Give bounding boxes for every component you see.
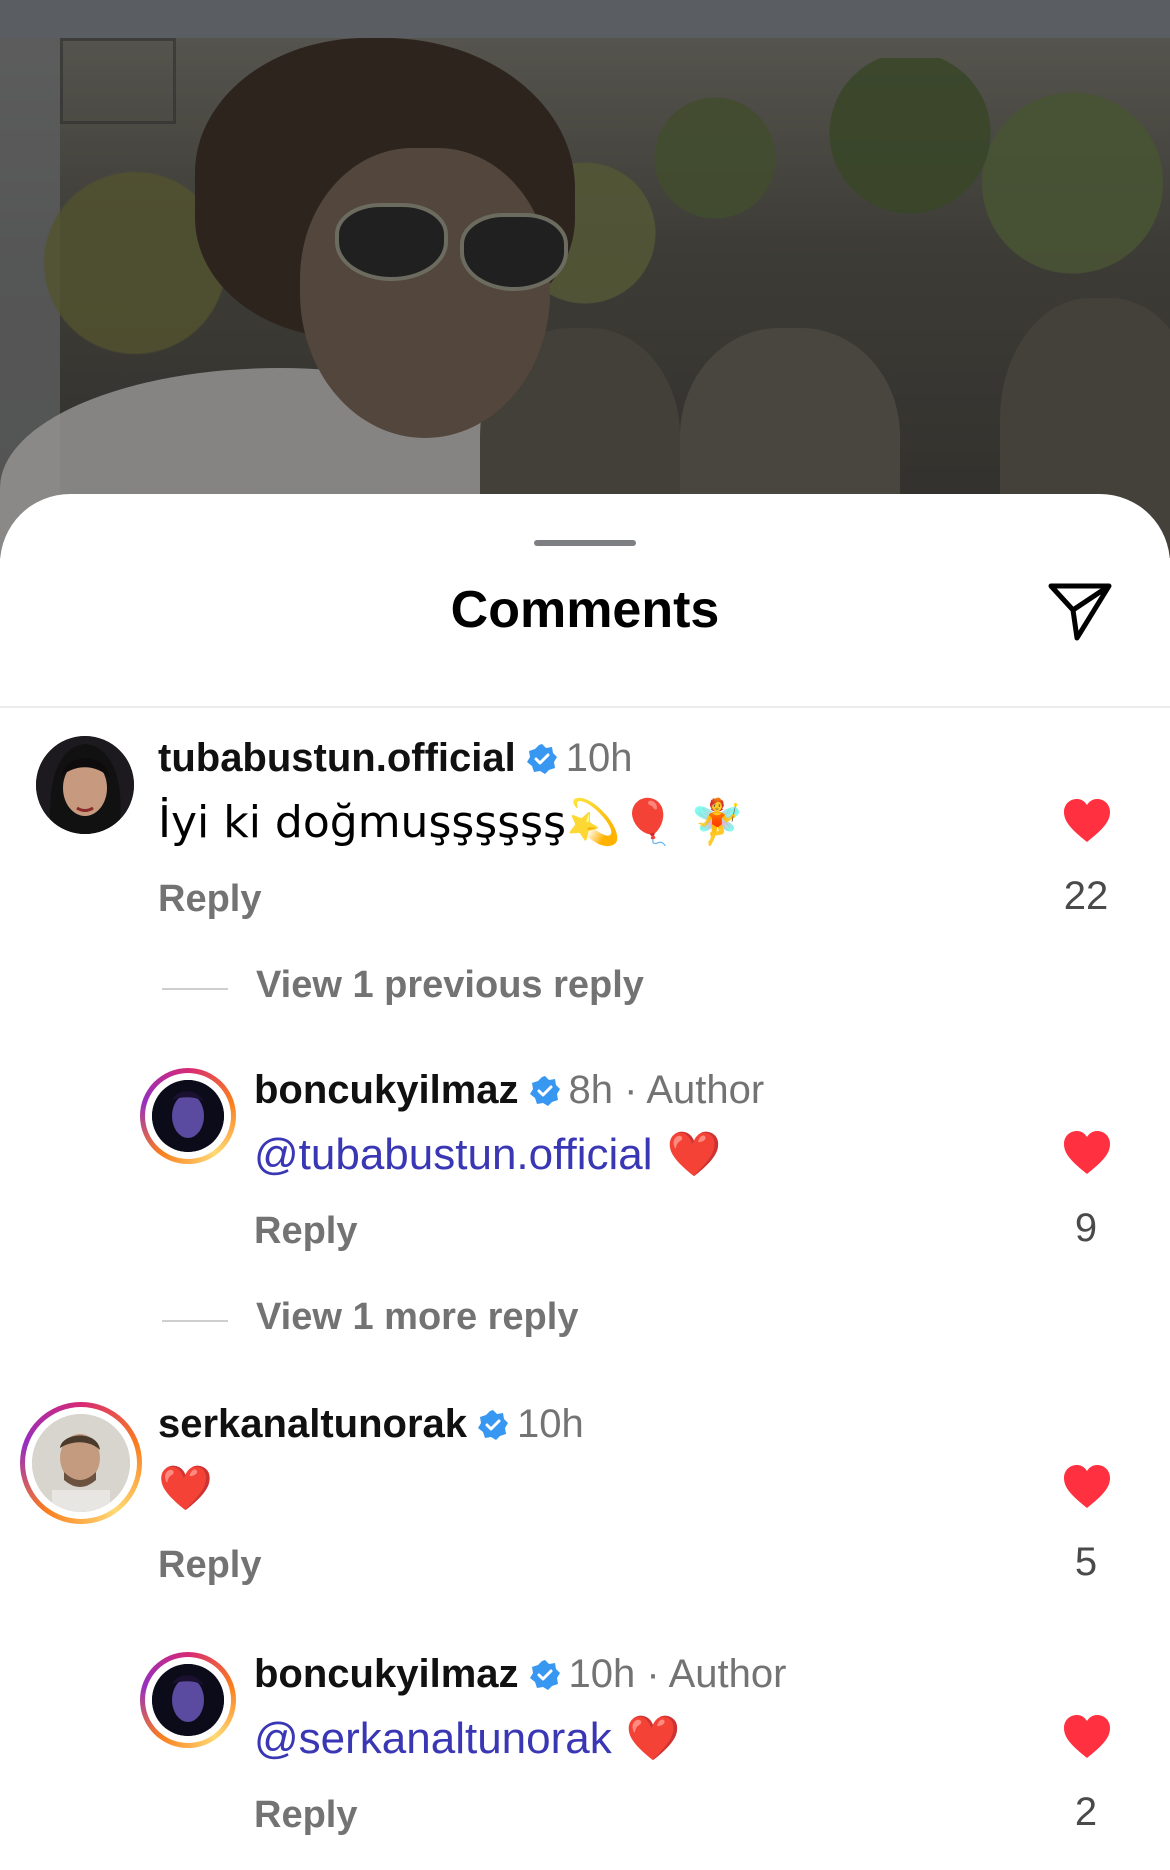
avatar[interactable]: [20, 1402, 142, 1524]
username[interactable]: boncukyilmaz: [254, 1068, 519, 1112]
heart-icon[interactable]: [1062, 1130, 1112, 1176]
reply-button[interactable]: Reply: [158, 1544, 261, 1587]
comment-text: İyi ki doğmuşşşşşş💫🎈 🧚: [158, 797, 745, 848]
sheet-grabber[interactable]: [534, 540, 636, 546]
avatar[interactable]: [140, 1652, 236, 1748]
comment-text: @serkanaltunorak ❤️: [254, 1713, 681, 1764]
comment-time: 10h: [517, 1402, 584, 1446]
author-tag: · Author: [646, 1652, 787, 1696]
comment-time: 10h: [568, 1652, 636, 1696]
comment-meta: boncukyilmaz 10h · Author: [254, 1652, 786, 1701]
comment-meta: serkanaltunorak 10h: [158, 1402, 584, 1451]
like-count: 9: [1074, 1206, 1098, 1250]
like-count: 5: [1074, 1540, 1098, 1584]
avatar[interactable]: [140, 1068, 236, 1164]
thread-line: [162, 988, 228, 990]
comment-meta: boncukyilmaz 8h · Author: [254, 1068, 764, 1117]
reply-item: boncukyilmaz 10h · Author @serkanaltunora…: [0, 1652, 1170, 1852]
like-count: 22: [1063, 874, 1109, 918]
avatar[interactable]: [36, 736, 134, 834]
heart-icon[interactable]: [1062, 798, 1112, 844]
reply-button[interactable]: Reply: [158, 878, 261, 921]
heart-icon[interactable]: [1062, 1464, 1112, 1510]
verified-badge-icon: [477, 1406, 509, 1451]
comment-item: tubabustun.official 10h İyi ki doğmuşşşşş…: [0, 736, 1170, 936]
thread-line: [162, 1320, 228, 1322]
mention-link[interactable]: @tubabustun.official: [254, 1130, 653, 1179]
verified-badge-icon: [526, 740, 558, 785]
comment-time: 10h: [565, 736, 633, 780]
post-photo-backdrop: [0, 38, 1170, 558]
verified-badge-icon: [529, 1656, 561, 1701]
comment-time: 8h: [568, 1068, 614, 1112]
username[interactable]: tubabustun.official: [158, 736, 516, 780]
sheet-title: Comments: [450, 581, 720, 639]
view-previous-replies-button[interactable]: View 1 previous reply: [256, 964, 644, 1007]
reply-item: boncukyilmaz 8h · Author @tubabustun.offi…: [0, 1068, 1170, 1268]
verified-badge-icon: [529, 1072, 561, 1117]
reply-button[interactable]: Reply: [254, 1210, 357, 1253]
header-divider: [0, 706, 1170, 708]
paper-plane-icon: [1048, 583, 1112, 641]
username[interactable]: serkanaltunorak: [158, 1402, 467, 1446]
comment-text: @tubabustun.official ❤️: [254, 1129, 722, 1180]
username[interactable]: boncukyilmaz: [254, 1652, 519, 1696]
comment-text: ❤️: [158, 1463, 213, 1514]
heart-icon[interactable]: [1062, 1714, 1112, 1760]
share-button[interactable]: [1045, 576, 1115, 646]
status-strip: [0, 0, 1170, 38]
comment-item: serkanaltunorak 10h ❤️ Reply 5: [0, 1402, 1170, 1602]
reply-button[interactable]: Reply: [254, 1794, 357, 1837]
mention-link[interactable]: @serkanaltunorak: [254, 1714, 612, 1763]
author-tag: · Author: [624, 1068, 765, 1112]
like-count: 2: [1074, 1790, 1098, 1834]
view-more-replies-button[interactable]: View 1 more reply: [256, 1296, 578, 1339]
comment-meta: tubabustun.official 10h: [158, 736, 633, 785]
